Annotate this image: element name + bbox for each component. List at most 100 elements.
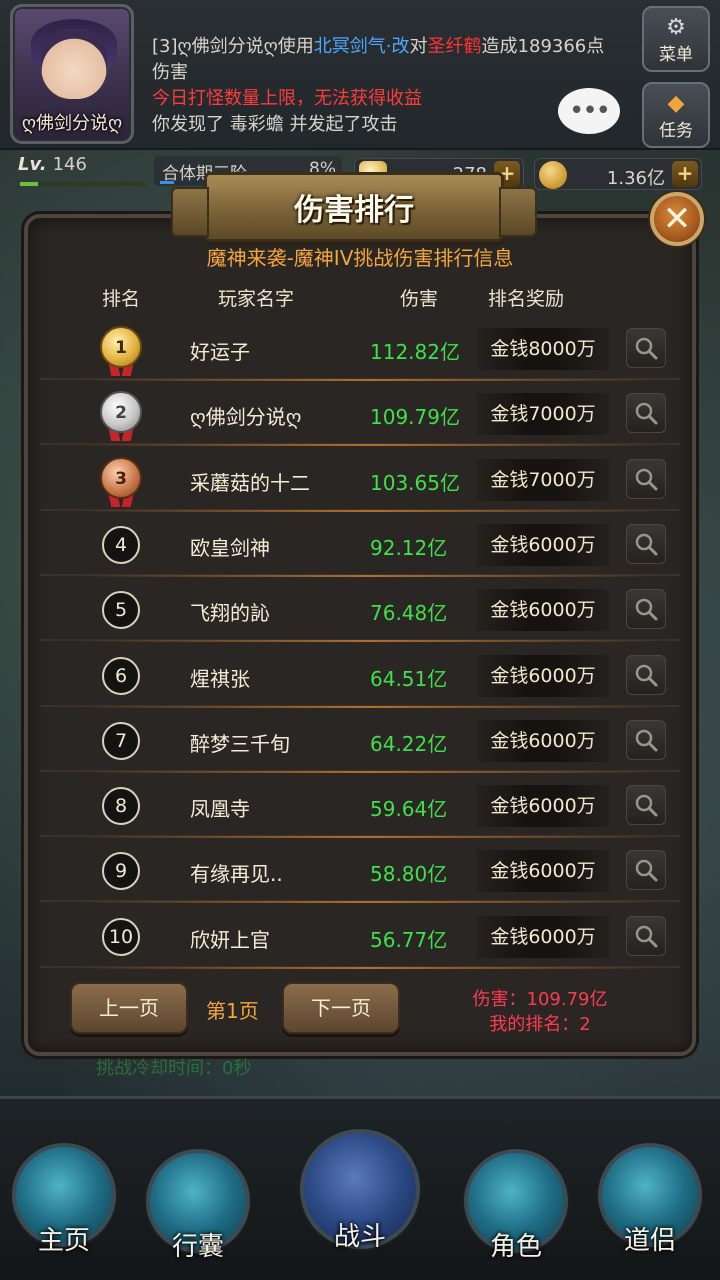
chat-enemy-name: 圣纤鹤 — [427, 36, 482, 57]
header-reward: 排名奖励 — [488, 288, 565, 310]
magnifier-icon — [635, 337, 658, 360]
silver-medal-icon: 2 — [100, 391, 142, 433]
magnifier-icon — [635, 533, 658, 556]
view-player-button[interactable] — [626, 459, 666, 499]
chat-bubble-button[interactable]: ••• — [558, 88, 620, 134]
my-damage: 伤害：109.79亿 — [472, 989, 608, 1010]
damage-cell: 112.82亿 — [370, 340, 460, 364]
player-name-cell: 欧皇剑神 — [190, 536, 270, 560]
reward-cell: 金钱7000万 — [476, 393, 610, 435]
magnifier-icon — [635, 598, 658, 621]
magnifier-icon — [635, 925, 658, 948]
level-label: Lv. — [18, 154, 47, 175]
chat-line-2: 今日打怪数量上限，无法获得收益 — [152, 88, 422, 109]
view-player-button[interactable] — [626, 785, 666, 825]
task-button[interactable]: ◆ 任务 — [642, 82, 710, 148]
ranking-row: 2 ღ佛剑分说ღ 109.79亿 金钱7000万 — [40, 383, 680, 446]
panel-title-plaque: 伤害排行 — [171, 172, 537, 242]
nav-home-label: 主页 — [37, 1226, 90, 1256]
reward-cell: 金钱6000万 — [476, 589, 610, 631]
ranking-row: 1 好运子 112.82亿 金钱8000万 — [40, 318, 680, 381]
prev-page-button[interactable]: 上一页 — [70, 982, 188, 1034]
gold-value: 1.36亿 — [606, 168, 665, 189]
add-gold-button[interactable]: + — [672, 161, 698, 187]
player-name-cell: 欣妍上官 — [190, 928, 270, 952]
reward-cell: 金钱6000万 — [476, 655, 610, 697]
top-status-area: ღ佛剑分说ღ [3]ღ佛剑分说ღ使用北冥剑气·改对圣纤鹤造成189366点伤害 … — [0, 0, 720, 150]
reward-cell: 金钱7000万 — [476, 459, 610, 501]
my-ranking-info: 伤害：109.79亿 我的排名：2 — [430, 987, 650, 1037]
reward-cell: 金钱6000万 — [476, 524, 610, 566]
magnifier-icon — [635, 468, 658, 491]
reward-cell: 金钱8000万 — [476, 328, 610, 370]
ranking-row: 8 凤凰寺 59.64亿 金钱6000万 — [40, 775, 680, 838]
player-name-cell: 煋祺张 — [190, 667, 250, 691]
damage-cell: 103.65亿 — [370, 471, 460, 495]
view-player-button[interactable] — [626, 524, 666, 564]
rank-number-badge: 10 — [102, 918, 140, 956]
reward-cell: 金钱6000万 — [476, 850, 610, 892]
avatar-face — [41, 29, 107, 99]
gear-icon: ⚙ — [666, 15, 686, 40]
damage-cell: 64.51亿 — [370, 667, 448, 691]
view-player-button[interactable] — [626, 720, 666, 760]
nav-bag-label: 行囊 — [171, 1232, 224, 1262]
damage-cell: 92.12亿 — [370, 536, 448, 560]
ellipsis-icon: ••• — [568, 96, 611, 126]
damage-cell: 76.48亿 — [370, 601, 448, 625]
ranking-row: 10 欣妍上官 56.77亿 金钱6000万 — [40, 906, 680, 969]
menu-button-label: 菜单 — [659, 45, 693, 65]
gold-medal-icon: 1 — [100, 326, 142, 368]
chat-line-1-mid: 对 — [409, 36, 428, 57]
rank-number-badge: 5 — [102, 591, 140, 629]
player-name-cell: 采蘑菇的十二 — [190, 471, 310, 495]
view-player-button[interactable] — [626, 916, 666, 956]
nav-home[interactable]: 主页 — [4, 1123, 124, 1263]
player-name-cell: 好运子 — [190, 340, 250, 364]
next-page-button[interactable]: 下一页 — [282, 982, 400, 1034]
rank-number-badge: 9 — [102, 852, 140, 890]
player-avatar[interactable]: ღ佛剑分说ღ — [10, 4, 134, 144]
view-player-button[interactable] — [626, 328, 666, 368]
bronze-medal-icon: 3 — [100, 457, 142, 499]
ranking-row: 7 醉梦三千旬 64.22亿 金钱6000万 — [40, 710, 680, 773]
view-player-button[interactable] — [626, 655, 666, 695]
rank-number-badge: 4 — [102, 526, 140, 564]
view-player-button[interactable] — [626, 393, 666, 433]
ranking-row: 9 有缘再见.. 58.80亿 金钱6000万 — [40, 840, 680, 903]
player-name-cell: 有缘再见.. — [190, 862, 283, 886]
magnifier-icon — [635, 859, 658, 882]
challenge-cooldown: 挑战冷却时间：0秒 — [96, 1058, 252, 1079]
page-indicator: 第1页 — [206, 999, 259, 1023]
chat-line-1: [3]ღ佛剑分说ღ使用北冥剑气·改对圣纤鹤造成189366点伤害 — [152, 34, 622, 86]
nav-battle[interactable]: 战斗 — [300, 1119, 420, 1259]
nav-role-label: 角色 — [489, 1232, 542, 1262]
header-damage: 伤害 — [400, 288, 439, 310]
magnifier-icon — [635, 402, 658, 425]
rank-number-badge: 6 — [102, 657, 140, 695]
nav-companion[interactable]: 道侣 — [590, 1123, 710, 1263]
exp-bar — [20, 182, 146, 186]
nav-role[interactable]: 角色 — [456, 1129, 576, 1269]
menu-button[interactable]: ⚙ 菜单 — [642, 6, 710, 72]
player-name-cell: 飞翔的訫 — [190, 601, 270, 625]
damage-cell: 58.80亿 — [370, 862, 448, 886]
nav-bag[interactable]: 行囊 — [138, 1129, 258, 1269]
damage-cell: 59.64亿 — [370, 797, 448, 821]
level-value: 146 — [52, 154, 87, 175]
chat-log: [3]ღ佛剑分说ღ使用北冥剑气·改对圣纤鹤造成189366点伤害 今日打怪数量上… — [152, 34, 622, 138]
damage-cell: 64.22亿 — [370, 732, 448, 756]
ranking-row: 6 煋祺张 64.51亿 金钱6000万 — [40, 645, 680, 708]
magnifier-icon — [635, 794, 658, 817]
diamond-icon: ◆ — [667, 91, 685, 116]
header-rank: 排名 — [102, 288, 141, 310]
bottom-navigation: 主页 行囊 战斗 角色 道侣 — [0, 1096, 720, 1280]
panel-subtitle: 魔神来袭-魔神IV挑战伤害排行信息 — [206, 246, 514, 270]
close-button[interactable]: ✕ — [650, 192, 704, 246]
ranking-row: 4 欧皇剑神 92.12亿 金钱6000万 — [40, 514, 680, 577]
damage-cell: 56.77亿 — [370, 928, 448, 952]
view-player-button[interactable] — [626, 850, 666, 890]
view-player-button[interactable] — [626, 589, 666, 629]
rank-number-badge: 7 — [102, 722, 140, 760]
panel-title: 伤害排行 — [294, 193, 414, 228]
